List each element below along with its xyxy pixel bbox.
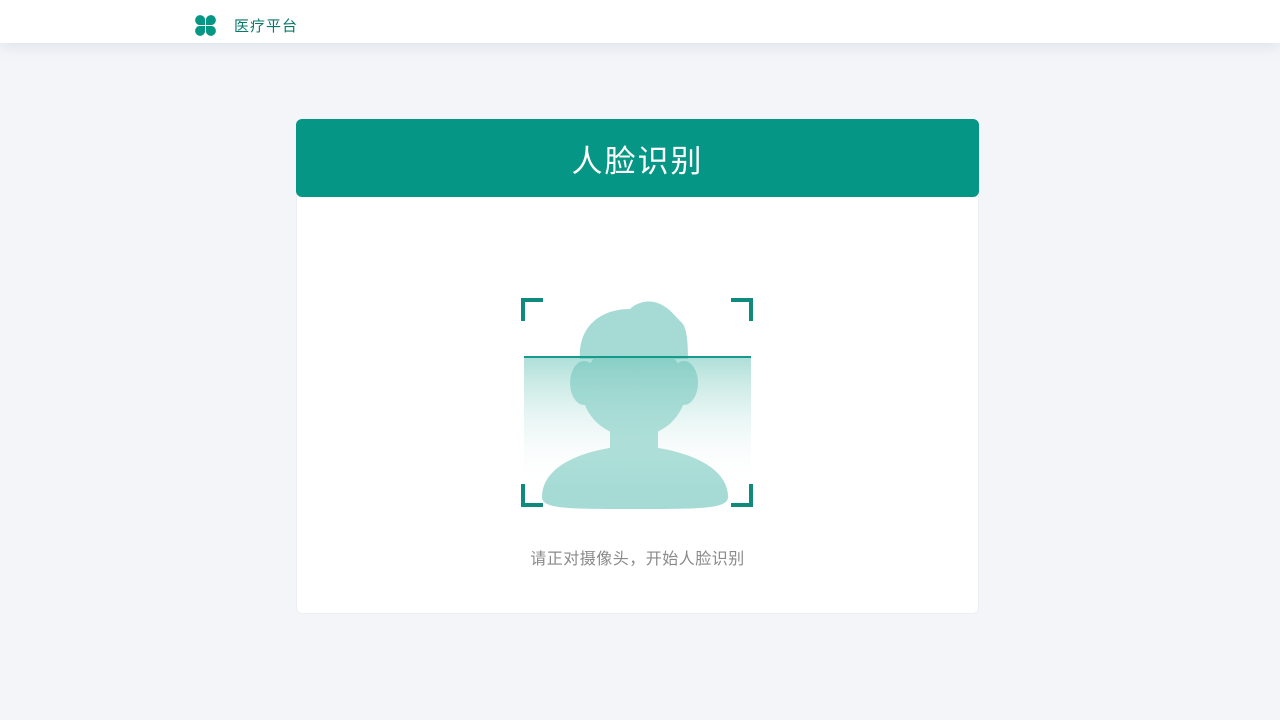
brand[interactable]: 医疗平台 [194, 14, 298, 36]
brand-name: 医疗平台 [234, 16, 299, 35]
clover-logo-icon [195, 14, 216, 36]
card-title: 人脸识别 [571, 143, 704, 180]
face-scan-icon [520, 297, 755, 509]
card-header: 人脸识别 [296, 119, 979, 197]
instruction-text: 请正对摄像头，开始人脸识别 [530, 549, 745, 568]
top-bar: 医疗平台 [0, 0, 1280, 43]
